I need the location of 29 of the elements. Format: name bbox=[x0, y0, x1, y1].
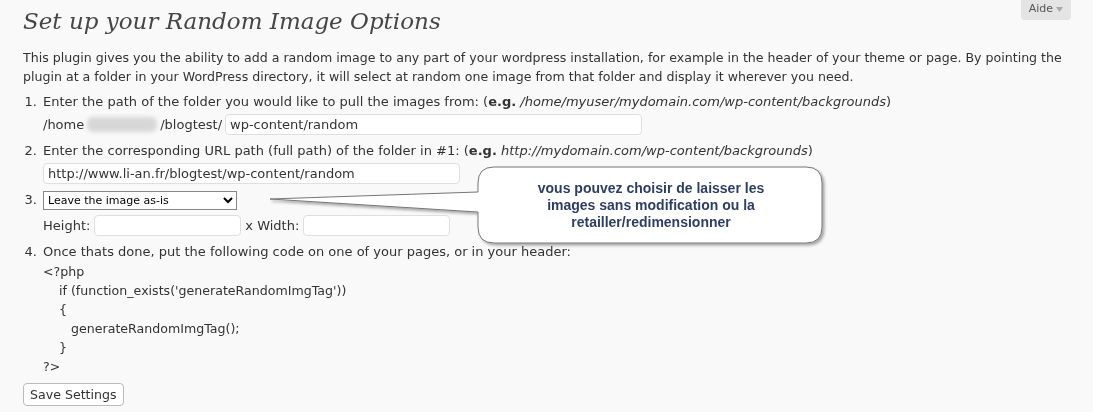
folder-path-field[interactable]: wp-content/random bbox=[225, 114, 643, 135]
resize-dropdown[interactable]: Leave the image as-is bbox=[43, 191, 237, 210]
step-text: Enter the path of the folder you would like to pull the images from: (e.g. /home/myuser/mydomain.com/wp-content/backgrounds) bbox=[43, 93, 892, 111]
caret-icon bbox=[1056, 6, 1063, 12]
save-settings-button[interactable]: Save Settings bbox=[23, 383, 124, 406]
intro-text: This plugin gives you the ability to add a random image to any part of your wordpress installation, for example in the header of your theme or page. By pointing the plugin at a folder in your WordPress directory, it will select at random one image from that folder and display it wherever you need. bbox=[23, 49, 1063, 86]
page-title: Set up your Random Image Options bbox=[23, 7, 441, 36]
code-line: generateRandomImgTag(); bbox=[70, 321, 241, 337]
code-line: if (function_exists('generateRandomImgTag')) bbox=[58, 283, 348, 299]
code-line: } bbox=[58, 340, 69, 356]
path-suffix: /blogtest/ bbox=[160, 116, 223, 134]
step-number: 1. bbox=[23, 93, 38, 111]
height-label: Height: bbox=[43, 217, 91, 235]
help-button[interactable]: Aide bbox=[1020, 0, 1071, 20]
width-field[interactable] bbox=[303, 215, 451, 236]
step-text: Once thats done, put the following code on one of your pages, or in your header: bbox=[43, 243, 571, 261]
step-number: 2. bbox=[23, 142, 38, 160]
callout-text: vous pouvez choisir de laisser les images sans modification ou la retailler/redimensionner bbox=[536, 179, 766, 231]
code-line: ?> bbox=[43, 359, 62, 375]
url-path-field[interactable]: http://www.li-an.fr/blogtest/wp-content/random bbox=[43, 163, 460, 184]
width-label: x Width: bbox=[245, 217, 300, 235]
step-text: Enter the corresponding URL path (full path) of the folder in #1: (e.g. http://mydomain.com/wp-content/backgrounds) bbox=[43, 142, 813, 160]
blurred-block bbox=[87, 117, 158, 132]
code-line: { bbox=[58, 302, 69, 318]
height-field[interactable] bbox=[94, 215, 242, 236]
step-number: 4. bbox=[23, 243, 38, 261]
step-number: 3. bbox=[23, 191, 38, 209]
path-prefix: /home bbox=[43, 116, 85, 134]
code-line: <?php bbox=[43, 264, 86, 280]
